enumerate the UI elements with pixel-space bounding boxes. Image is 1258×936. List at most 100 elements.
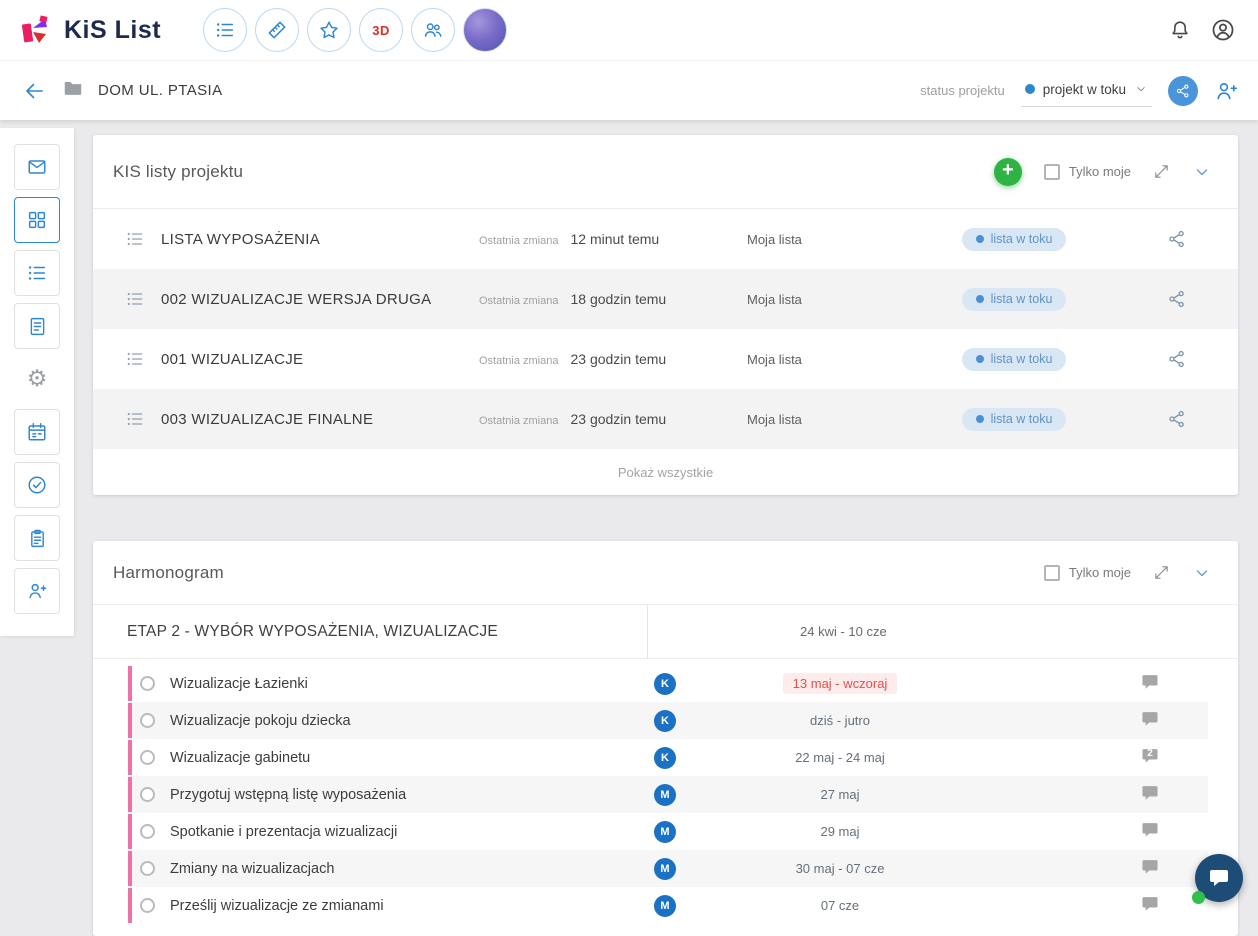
status-dot xyxy=(1025,84,1035,94)
top-navigation: 3D xyxy=(203,8,507,52)
task-list: Wizualizacje Łazienki K 13 maj - wczoraj… xyxy=(93,659,1238,936)
main-content: KIS listy projektu + Tylko moje LISTA W xyxy=(93,135,1238,936)
share-icon[interactable] xyxy=(1142,289,1212,309)
task-checkbox[interactable] xyxy=(140,824,155,839)
project-status-dropdown[interactable]: projekt w toku xyxy=(1021,75,1152,107)
account-icon[interactable] xyxy=(1210,17,1236,43)
task-checkbox[interactable] xyxy=(140,898,155,913)
folder-icon xyxy=(62,77,84,104)
task-name: Wizualizacje gabinetu xyxy=(170,750,630,766)
show-all-button[interactable]: Pokaż wszystkie xyxy=(93,449,1238,495)
sidebar-item-notes[interactable] xyxy=(14,303,60,349)
comment-icon[interactable] xyxy=(1140,894,1160,918)
design-icon[interactable] xyxy=(255,8,299,52)
sidebar-item-messages[interactable] xyxy=(14,144,60,190)
grid-icon xyxy=(26,209,48,231)
share-icon[interactable] xyxy=(1142,229,1212,249)
share-icon[interactable] xyxy=(1142,409,1212,429)
task-row[interactable]: Wizualizacje Łazienki K 13 maj - wczoraj xyxy=(128,665,1208,702)
only-mine-checkbox[interactable] xyxy=(1044,565,1060,581)
app-logo[interactable]: KiS List xyxy=(18,12,161,48)
list-row-icon xyxy=(125,229,161,249)
comment-icon[interactable] xyxy=(1140,857,1160,881)
check-circle-icon xyxy=(26,474,48,496)
add-person-icon[interactable] xyxy=(1214,79,1238,103)
back-arrow-icon[interactable] xyxy=(22,79,46,103)
last-change: Ostatnia zmiana 23 godzin temu xyxy=(479,411,747,427)
profile-avatar[interactable] xyxy=(463,8,507,52)
comment-icon[interactable]: 2 xyxy=(1140,746,1160,770)
3d-icon[interactable]: 3D xyxy=(359,8,403,52)
calendar-icon xyxy=(26,421,48,443)
task-checkbox[interactable] xyxy=(140,750,155,765)
add-list-button[interactable]: + xyxy=(994,158,1022,186)
comment-icon[interactable] xyxy=(1140,709,1160,733)
sidebar-item-schedule[interactable] xyxy=(14,409,60,455)
comment-icon[interactable] xyxy=(1140,783,1160,807)
list-row[interactable]: LISTA WYPOSAŻENIA Ostatnia zmiana 12 min… xyxy=(93,209,1238,269)
lists-card-title: KIS listy projektu xyxy=(113,162,243,182)
only-mine-filter[interactable]: Tylko moje xyxy=(1044,565,1131,581)
task-dates: 07 cze xyxy=(821,898,859,913)
task-row[interactable]: Zmiany na wizualizacjach M 30 maj - 07 c… xyxy=(128,850,1208,887)
task-row[interactable]: Prześlij wizualizacje ze zmianami M 07 c… xyxy=(128,887,1208,924)
status-badge: lista w toku xyxy=(962,348,1067,371)
task-dates: 27 maj xyxy=(820,787,859,802)
task-checkbox[interactable] xyxy=(140,787,155,802)
task-dates: dziś - jutro xyxy=(810,713,870,728)
clipboard-icon xyxy=(27,528,48,549)
task-checkbox[interactable] xyxy=(140,676,155,691)
list-row[interactable]: 001 WIZUALIZACJE Ostatnia zmiana 23 godz… xyxy=(93,329,1238,389)
sidebar-item-settings[interactable]: ⚙ xyxy=(14,356,60,402)
comment-icon[interactable] xyxy=(1140,672,1160,696)
sidebar-item-tasks[interactable] xyxy=(14,462,60,508)
list-row[interactable]: 003 WIZUALIZACJE FINALNE Ostatnia zmiana… xyxy=(93,389,1238,449)
status-dot xyxy=(976,415,984,423)
share-project-button[interactable] xyxy=(1168,76,1198,106)
comment-count: 2 xyxy=(1140,748,1160,759)
last-change: Ostatnia zmiana 12 minut temu xyxy=(479,231,747,247)
lists-icon[interactable] xyxy=(203,8,247,52)
comment-icon[interactable] xyxy=(1140,820,1160,844)
favorites-star-icon[interactable] xyxy=(307,8,351,52)
expand-icon[interactable] xyxy=(1153,564,1170,581)
assignee-avatar: M xyxy=(654,895,676,917)
task-checkbox[interactable] xyxy=(140,713,155,728)
assignee-avatar: M xyxy=(654,784,676,806)
task-row[interactable]: Spotkanie i prezentacja wizualizacji M 2… xyxy=(128,813,1208,850)
list-owner: Moja lista xyxy=(747,352,889,367)
task-name: Zmiany na wizualizacjach xyxy=(170,861,630,877)
last-change: Ostatnia zmiana 18 godzin temu xyxy=(479,291,747,307)
top-bar: KiS List 3D xyxy=(0,0,1258,60)
list-owner: Moja lista xyxy=(747,232,889,247)
collapse-chevron-icon[interactable] xyxy=(1192,162,1212,182)
sidebar-item-members[interactable] xyxy=(14,568,60,614)
only-mine-filter[interactable]: Tylko moje xyxy=(1044,164,1131,180)
task-row[interactable]: Wizualizacje pokoju dziecka K dziś - jut… xyxy=(128,702,1208,739)
status-badge: lista w toku xyxy=(962,288,1067,311)
list-name: 003 WIZUALIZACJE FINALNE xyxy=(161,411,479,428)
assignee-avatar: K xyxy=(654,673,676,695)
sidebar-item-lists[interactable] xyxy=(14,250,60,296)
chat-launcher-button[interactable] xyxy=(1195,854,1243,902)
online-status-dot xyxy=(1192,891,1205,904)
task-row[interactable]: Wizualizacje gabinetu K 22 maj - 24 maj … xyxy=(128,739,1208,776)
sidebar-item-documents[interactable] xyxy=(14,515,60,561)
list-row[interactable]: 002 WIZUALIZACJE WERSJA DRUGA Ostatnia z… xyxy=(93,269,1238,329)
task-checkbox[interactable] xyxy=(140,861,155,876)
logo-mark-icon xyxy=(18,12,54,48)
task-dates: 22 maj - 24 maj xyxy=(795,750,885,765)
project-title: DOM UL. PTASIA xyxy=(98,82,223,99)
notifications-bell-icon[interactable] xyxy=(1168,18,1192,42)
only-mine-checkbox[interactable] xyxy=(1044,164,1060,180)
lists-card-header: KIS listy projektu + Tylko moje xyxy=(93,135,1238,209)
status-value: projekt w toku xyxy=(1043,82,1126,97)
collapse-chevron-icon[interactable] xyxy=(1192,563,1212,583)
sidebar-item-dashboard[interactable] xyxy=(14,197,60,243)
team-icon[interactable] xyxy=(411,8,455,52)
task-row[interactable]: Przygotuj wstępną listę wyposażenia M 27… xyxy=(128,776,1208,813)
expand-icon[interactable] xyxy=(1153,163,1170,180)
status-dot xyxy=(976,235,984,243)
share-icon[interactable] xyxy=(1142,349,1212,369)
stage-row[interactable]: ETAP 2 - WYBÓR WYPOSAŻENIA, WIZUALIZACJE… xyxy=(93,605,1238,659)
